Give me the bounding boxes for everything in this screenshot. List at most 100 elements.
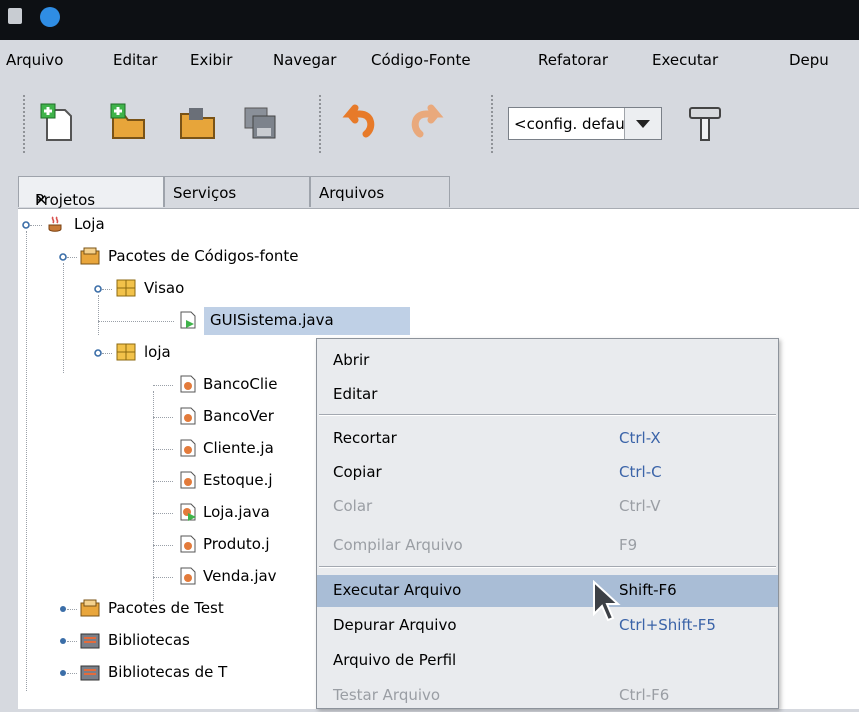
toolbar: <config. default> <box>0 80 859 166</box>
menu-item-shortcut: F9 <box>619 536 638 554</box>
tree-label-project: Loja <box>74 215 105 233</box>
tab-arquivos[interactable]: Arquivos <box>310 176 450 207</box>
tab-servicos-label: Serviços <box>173 184 237 202</box>
menu-codigo-fonte[interactable]: Código-Fonte <box>371 51 471 69</box>
test-packages-icon <box>80 599 100 617</box>
toolbar-grip[interactable] <box>490 94 495 154</box>
menu-item-label: Recortar <box>333 429 397 447</box>
tree-label-package-loja: loja <box>144 343 171 361</box>
tree-label-class-file: BancoVer <box>203 407 274 425</box>
save-all-icon[interactable] <box>240 102 282 144</box>
tree-node-test-libraries[interactable]: Bibliotecas de T <box>54 657 354 689</box>
tree-label-gui-file: GUISistema.java <box>210 311 334 329</box>
close-icon[interactable]: ✕ <box>35 191 48 209</box>
menu-executar[interactable]: Executar <box>652 51 718 69</box>
collapsed-toggle-icon[interactable] <box>59 669 67 677</box>
menu-item-executar-arquivo[interactable]: Executar Arquivo Shift-F6 <box>317 575 778 607</box>
menu-item-label: Abrir <box>333 351 370 369</box>
open-project-icon[interactable] <box>177 102 219 144</box>
tree-node-test-packages[interactable]: Pacotes de Test <box>54 593 354 625</box>
redo-icon[interactable] <box>406 102 448 144</box>
menu-item-shortcut: Ctrl-V <box>619 497 661 515</box>
java-main-file-icon <box>180 311 196 329</box>
tree-node-package-loja[interactable]: loja <box>90 337 350 369</box>
java-class-file-icon <box>180 407 196 425</box>
tree-connector <box>63 263 64 373</box>
menu-item-abrir[interactable]: Abrir <box>317 345 778 377</box>
tree-node-source-packages[interactable]: Pacotes de Códigos-fonte <box>54 241 454 273</box>
menu-item-arquivo-de-perfil[interactable]: Arquivo de Perfil <box>317 645 778 677</box>
toolbar-grip[interactable] <box>318 94 323 154</box>
menu-item-shortcut: Ctrl-X <box>619 429 661 447</box>
menu-item-label: Copiar <box>333 463 382 481</box>
menu-item-shortcut: Ctrl-F6 <box>619 686 670 704</box>
title-bar <box>0 0 859 40</box>
menu-item-label: Colar <box>333 497 373 515</box>
menu-editar[interactable]: Editar <box>113 51 157 69</box>
java-main-file-icon <box>180 503 196 521</box>
new-file-icon[interactable] <box>37 102 79 144</box>
menu-item-label: Compilar Arquivo <box>333 536 463 554</box>
expanded-toggle-icon[interactable] <box>22 221 30 229</box>
menu-separator <box>319 566 776 568</box>
test-libraries-icon <box>80 665 100 681</box>
tab-projetos[interactable]: Projetos ✕ <box>18 176 164 209</box>
tree-connector <box>26 231 27 691</box>
menu-refatorar[interactable]: Refatorar <box>538 51 608 69</box>
menu-item-depurar-arquivo[interactable]: Depurar Arquivo Ctrl+Shift-F5 <box>317 610 778 642</box>
libraries-icon <box>80 633 100 649</box>
tree-label-libraries: Bibliotecas <box>108 631 190 649</box>
java-class-file-icon <box>180 535 196 553</box>
build-hammer-icon[interactable] <box>684 102 726 144</box>
tree-label-package-visao: Visao <box>144 279 185 297</box>
tree-label-source-packages: Pacotes de Códigos-fonte <box>108 247 299 265</box>
menu-item-label: Editar <box>333 385 378 403</box>
menu-item-colar: Colar Ctrl-V <box>317 491 778 523</box>
menu-item-shortcut: Ctrl+Shift-F5 <box>619 616 716 634</box>
menu-item-testar-arquivo: Testar Arquivo Ctrl-F6 <box>317 680 778 712</box>
toolbar-grip[interactable] <box>22 94 27 154</box>
menu-item-shortcut: Ctrl-C <box>619 463 662 481</box>
menu-item-label: Depurar Arquivo <box>333 616 457 634</box>
package-icon <box>116 343 136 361</box>
new-project-icon[interactable] <box>107 102 149 144</box>
java-class-file-icon <box>180 375 196 393</box>
java-class-file-icon <box>180 439 196 457</box>
menu-item-label: Arquivo de Perfil <box>333 651 457 669</box>
menu-navegar[interactable]: Navegar <box>273 51 336 69</box>
menu-separator <box>319 414 776 416</box>
collapsed-toggle-icon[interactable] <box>59 605 67 613</box>
java-class-file-icon <box>180 471 196 489</box>
expanded-toggle-icon[interactable] <box>94 349 102 357</box>
tab-servicos[interactable]: Serviços <box>164 176 310 207</box>
menu-item-label: Testar Arquivo <box>333 686 441 704</box>
window-icons <box>8 7 60 27</box>
expanded-toggle-icon[interactable] <box>94 285 102 293</box>
package-icon <box>116 279 136 297</box>
tree-label-class-file: Cliente.ja <box>203 439 274 457</box>
menu-bar: Arquivo Editar Exibir Navegar Código-Fon… <box>0 40 859 80</box>
tree-node-libraries[interactable]: Bibliotecas <box>54 625 354 657</box>
menu-item-copiar[interactable]: Copiar Ctrl-C <box>317 457 778 489</box>
tree-node-package-visao[interactable]: Visao <box>90 273 390 305</box>
menu-item-recortar[interactable]: Recortar Ctrl-X <box>317 423 778 455</box>
menu-arquivo[interactable]: Arquivo <box>6 51 63 69</box>
chevron-down-icon[interactable] <box>624 108 661 139</box>
collapsed-toggle-icon[interactable] <box>59 637 67 645</box>
expanded-toggle-icon[interactable] <box>59 253 67 261</box>
menu-item-label: Executar Arquivo <box>333 581 462 599</box>
context-menu: Abrir Editar Recortar Ctrl-X Copiar Ctrl… <box>316 338 779 709</box>
menu-exibir[interactable]: Exibir <box>190 51 232 69</box>
source-packages-icon <box>80 247 100 265</box>
tree-label-test-packages: Pacotes de Test <box>108 599 224 617</box>
tree-node-project[interactable]: Loja <box>18 209 318 241</box>
java-class-file-icon <box>180 567 196 585</box>
undo-icon[interactable] <box>336 102 378 144</box>
configuration-select[interactable]: <config. default> <box>508 107 662 140</box>
tree-label-class-file: Loja.java <box>203 503 270 521</box>
tree-label-class-file: Produto.j <box>203 535 270 553</box>
menu-item-shortcut: Shift-F6 <box>619 581 677 599</box>
tree-node-gui-file[interactable]: GUISistema.java <box>98 305 418 337</box>
menu-depurar[interactable]: Depu <box>789 51 829 69</box>
menu-item-editar[interactable]: Editar <box>317 379 778 411</box>
